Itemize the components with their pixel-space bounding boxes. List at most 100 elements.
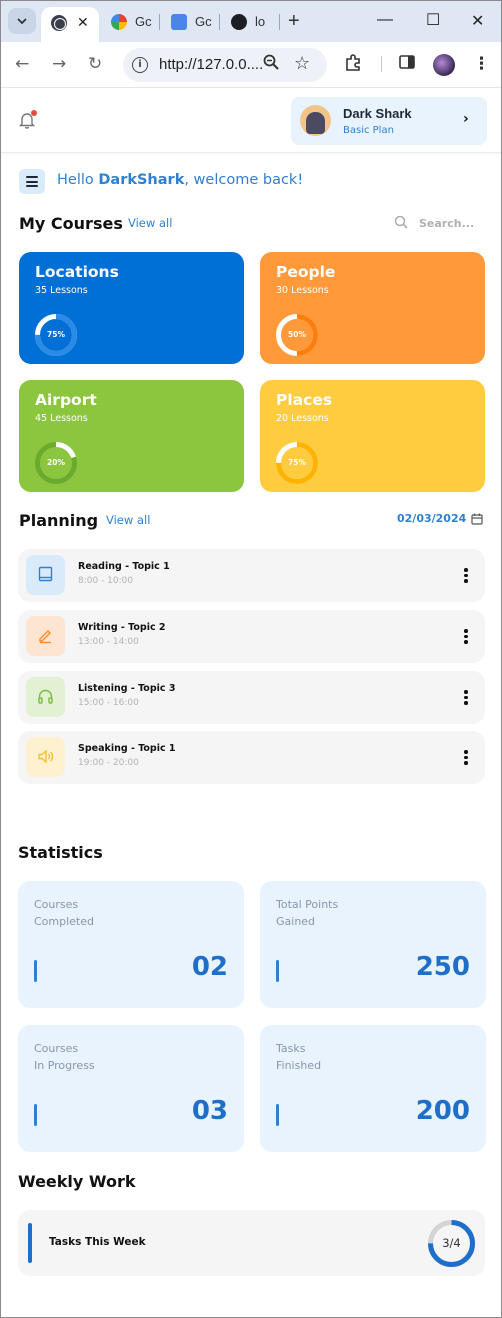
profile-avatar-icon[interactable] <box>433 54 455 76</box>
course-title: Airport <box>35 391 97 409</box>
course-progress-ring: 50% <box>275 313 319 357</box>
tab-strip: ✕ Gc Gc lo + — ☐ ✕ <box>1 1 501 42</box>
back-icon[interactable]: ← <box>15 54 29 74</box>
planning-item[interactable]: Writing - Topic 2 13:00 - 14:00 <box>18 610 485 663</box>
planning-item[interactable]: Listening - Topic 3 15:00 - 16:00 <box>18 671 485 724</box>
weekly-label: Tasks This Week <box>49 1236 146 1248</box>
book-icon <box>38 566 53 582</box>
user-profile-card[interactable]: Dark Shark Basic Plan › <box>291 97 487 145</box>
new-tab-icon[interactable]: + <box>288 10 300 33</box>
course-progress-ring: 20% <box>34 441 78 485</box>
close-window-icon[interactable]: ✕ <box>471 11 484 31</box>
course-progress-ring: 75% <box>34 313 78 357</box>
tab-search-button[interactable] <box>8 8 36 34</box>
more-options-icon[interactable] <box>463 567 469 583</box>
planning-icon-box <box>26 616 65 656</box>
course-progress-label: 50% <box>288 330 306 339</box>
stat-accent-bar <box>34 1104 37 1126</box>
course-title: Locations <box>35 263 119 281</box>
course-lessons: 30 Lessons <box>276 285 329 296</box>
planning-item[interactable]: Reading - Topic 1 8:00 - 10:00 <box>18 549 485 602</box>
url-text[interactable]: http://127.0.0.... <box>159 56 263 73</box>
zoom-icon[interactable] <box>263 54 279 74</box>
more-options-icon[interactable] <box>463 628 469 644</box>
planning-icon-box <box>26 555 65 595</box>
course-progress-ring: 75% <box>275 441 319 485</box>
planning-icon-box <box>26 677 65 717</box>
weekly-progress-ring: 3/4 <box>427 1219 476 1268</box>
weekly-accent-bar <box>28 1223 32 1263</box>
tab-google-translate[interactable]: Gc <box>171 13 212 31</box>
minimize-icon[interactable]: — <box>377 11 393 29</box>
courses-view-all-link[interactable]: View all <box>128 216 172 230</box>
planning-icon-box <box>26 737 65 777</box>
course-lessons: 45 Lessons <box>35 413 88 424</box>
planning-date[interactable]: 02/03/2024 <box>397 512 466 525</box>
course-card[interactable]: Places 20 Lessons 75% <box>260 380 485 492</box>
stat-value: 200 <box>415 1096 470 1126</box>
greeting-suffix: , welcome back! <box>184 172 304 188</box>
user-name: Dark Shark <box>343 106 412 121</box>
tab-title: Gc <box>135 14 152 29</box>
stat-label: Courses In Progress <box>34 1042 95 1072</box>
menu-button[interactable] <box>19 169 45 194</box>
browser-toolbar: ← → ↻ i http://127.0.0.... ☆ ⋮ <box>1 42 501 88</box>
maximize-icon[interactable]: ☐ <box>426 10 440 30</box>
chevron-right-icon: › <box>463 111 469 127</box>
address-bar[interactable]: i http://127.0.0.... ☆ <box>123 48 327 82</box>
planning-item-title: Speaking - Topic 1 <box>78 743 176 754</box>
weekly-progress-label: 3/4 <box>442 1236 461 1250</box>
planning-item[interactable]: Speaking - Topic 1 19:00 - 20:00 <box>18 731 485 784</box>
speaker-icon <box>38 749 54 764</box>
reload-icon[interactable]: ↻ <box>88 54 102 74</box>
course-progress-label: 75% <box>47 330 65 339</box>
github-icon <box>231 14 247 30</box>
tab-separator <box>159 14 160 30</box>
close-tab-icon[interactable]: ✕ <box>77 16 89 30</box>
course-lessons: 35 Lessons <box>35 285 88 296</box>
site-info-icon[interactable]: i <box>132 57 148 73</box>
course-progress-label: 75% <box>288 458 306 467</box>
tab-github[interactable]: lo <box>231 13 271 31</box>
course-card[interactable]: Locations 35 Lessons 75% <box>19 252 244 364</box>
search-icon <box>394 215 408 229</box>
forward-icon[interactable]: → <box>52 54 66 74</box>
hamburger-icon <box>26 176 38 178</box>
more-options-icon[interactable] <box>463 749 469 765</box>
more-menu-icon[interactable]: ⋮ <box>473 54 490 74</box>
app-header: Dark Shark Basic Plan › <box>1 89 501 153</box>
more-options-icon[interactable] <box>463 689 469 705</box>
tab-google[interactable]: Gc <box>111 13 152 31</box>
pencil-icon <box>39 630 51 644</box>
course-title: Places <box>276 391 333 409</box>
planning-view-all-link[interactable]: View all <box>106 513 150 527</box>
calendar-icon[interactable] <box>471 513 483 525</box>
bookmark-star-icon[interactable]: ☆ <box>294 53 310 74</box>
extensions-icon[interactable] <box>344 54 362 77</box>
planning-item-title: Writing - Topic 2 <box>78 622 166 633</box>
user-plan: Basic Plan <box>343 125 394 136</box>
stat-value: 03 <box>191 1096 228 1126</box>
stat-label: Total Points Gained <box>276 898 339 928</box>
side-panel-icon[interactable] <box>399 54 415 75</box>
stat-card: Total Points Gained 250 <box>260 881 486 1008</box>
stat-value: 02 <box>191 952 228 982</box>
section-title-statistics: Statistics <box>18 843 103 862</box>
course-card[interactable]: Airport 45 Lessons 20% <box>19 380 244 492</box>
notification-dot <box>31 110 37 116</box>
tab-active[interactable]: ✕ <box>41 7 99 42</box>
course-card[interactable]: People 30 Lessons 50% <box>260 252 485 364</box>
headphones-icon <box>38 689 53 704</box>
weekly-tasks-card[interactable]: Tasks This Week 3/4 <box>18 1210 485 1276</box>
stat-card: Tasks Finished 200 <box>260 1025 486 1152</box>
planning-item-time: 8:00 - 10:00 <box>78 576 134 586</box>
planning-item-time: 13:00 - 14:00 <box>78 637 139 647</box>
planning-item-title: Listening - Topic 3 <box>78 683 176 694</box>
search-input[interactable] <box>419 214 483 232</box>
section-title-weekly: Weekly Work <box>18 1172 136 1191</box>
course-lessons: 20 Lessons <box>276 413 329 424</box>
chevron-down-icon <box>17 18 27 24</box>
stat-accent-bar <box>34 960 37 982</box>
stat-card: Courses In Progress 03 <box>18 1025 244 1152</box>
stat-label: Courses Completed <box>34 898 94 928</box>
